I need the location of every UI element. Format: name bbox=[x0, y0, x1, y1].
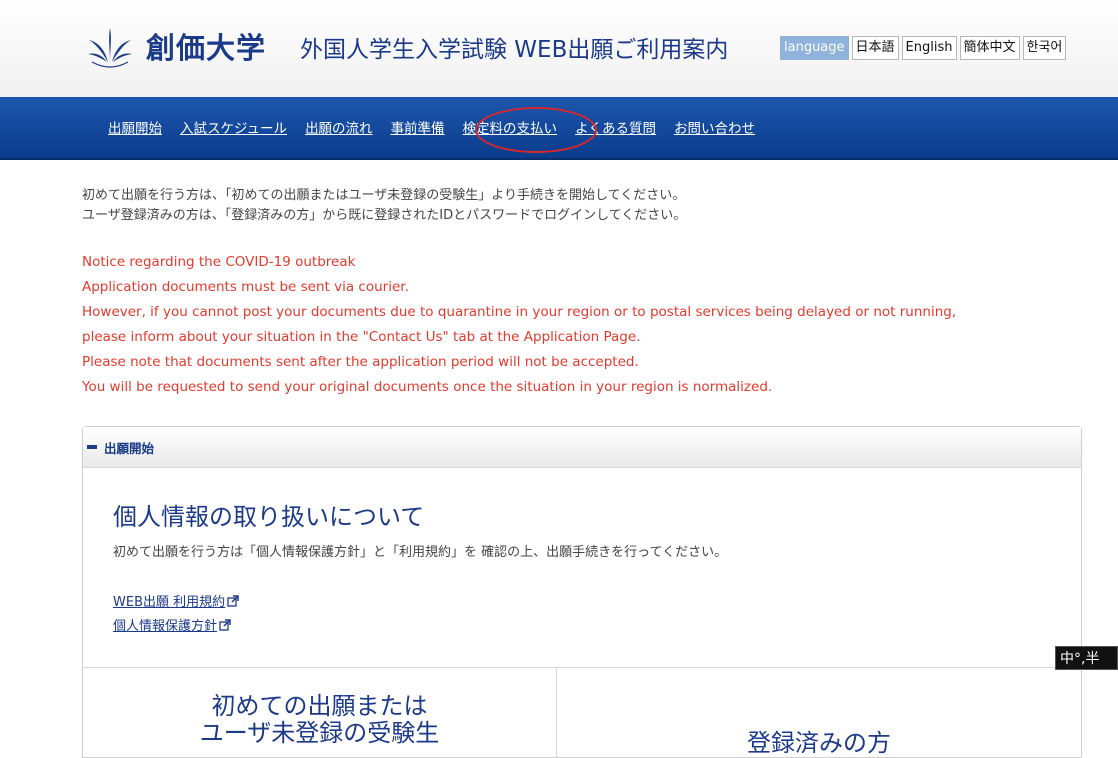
nav-item-flow[interactable]: 出願の流れ bbox=[305, 117, 373, 137]
nav-item-application-start[interactable]: 出願開始 bbox=[108, 117, 162, 137]
panel-title: 出願開始 bbox=[104, 441, 155, 456]
page-title: 外国人学生入学試験 WEB出願ご利用案内 bbox=[300, 37, 729, 63]
privacy-title: 個人情報の取り扱いについて bbox=[113, 503, 425, 531]
language-korean-button[interactable]: 한국어 bbox=[1022, 36, 1067, 60]
collapse-bar-icon bbox=[87, 445, 97, 449]
notice-line: Notice regarding the COVID-19 outbreak bbox=[82, 254, 356, 270]
terms-of-use-link[interactable]: WEB出願 利用規約 bbox=[113, 591, 239, 610]
covid-notice: Notice regarding the COVID-19 outbreak A… bbox=[82, 250, 956, 400]
privacy-policy-label: 個人情報保護方針 bbox=[113, 619, 218, 634]
first-time-applicant-option[interactable]: 初めての出願または ユーザ未登録の受験生 bbox=[83, 693, 556, 747]
nav-item-preparation[interactable]: 事前準備 bbox=[391, 117, 445, 137]
first-time-line-1: 初めての出願または bbox=[211, 692, 428, 720]
language-chinese-button[interactable]: 簡体中文 bbox=[959, 36, 1020, 60]
first-time-line-2: ユーザ未登録の受験生 bbox=[199, 719, 440, 747]
privacy-description: 初めて出願を行う方は「個人情報保護方針」と「利用規約」を 確認の上、出願手続きを… bbox=[113, 545, 728, 560]
university-logo-icon bbox=[88, 28, 132, 68]
external-link-icon bbox=[227, 595, 239, 607]
application-start-panel: 出願開始 個人情報の取り扱いについて 初めて出願を行う方は「個人情報保護方針」と… bbox=[82, 426, 1082, 758]
terms-of-use-label: WEB出願 利用規約 bbox=[113, 595, 226, 610]
language-english-button[interactable]: English bbox=[901, 36, 957, 60]
brand-name: 創価大学 bbox=[146, 31, 267, 65]
nav-item-contact[interactable]: お問い合わせ bbox=[674, 117, 755, 137]
panel-divider bbox=[83, 667, 1081, 668]
notice-line: Application documents must be sent via c… bbox=[82, 279, 409, 295]
registered-user-option[interactable]: 登録済みの方 bbox=[557, 723, 1081, 758]
site-header: 創価大学 外国人学生入学試験 WEB出願ご利用案内 language 日本語 E… bbox=[0, 0, 1118, 97]
notice-line: Please note that documents sent after th… bbox=[82, 354, 639, 370]
intro-text: 初めて出願を行う方は、「初めての出願またはユーザ未登録の受験生」より手続きを開始… bbox=[82, 186, 686, 226]
privacy-policy-link[interactable]: 個人情報保護方針 bbox=[113, 615, 231, 634]
external-link-icon bbox=[219, 619, 231, 631]
notice-line: You will be requested to send your origi… bbox=[82, 379, 773, 395]
language-selector: language 日本語 English 簡体中文 한국어 bbox=[780, 36, 1067, 60]
notice-line: However, if you cannot post your documen… bbox=[82, 304, 957, 320]
notice-line: please inform about your situation in th… bbox=[82, 329, 641, 345]
panel-header: 出願開始 bbox=[83, 427, 1081, 468]
language-japanese-button[interactable]: 日本語 bbox=[851, 36, 899, 60]
fee-payment-highlight-circle bbox=[475, 107, 597, 153]
language-label: language bbox=[780, 36, 849, 60]
intro-line-1: 初めて出願を行う方は、「初めての出願またはユーザ未登録の受験生」より手続きを開始… bbox=[82, 188, 686, 203]
intro-line-2: ユーザ登録済みの方は、「登録済みの方」から既に登録されたIDとパスワードでログイ… bbox=[82, 208, 687, 223]
ime-status-indicator: 中°,半 bbox=[1055, 646, 1118, 670]
nav-item-schedule[interactable]: 入試スケジュール bbox=[180, 117, 287, 137]
